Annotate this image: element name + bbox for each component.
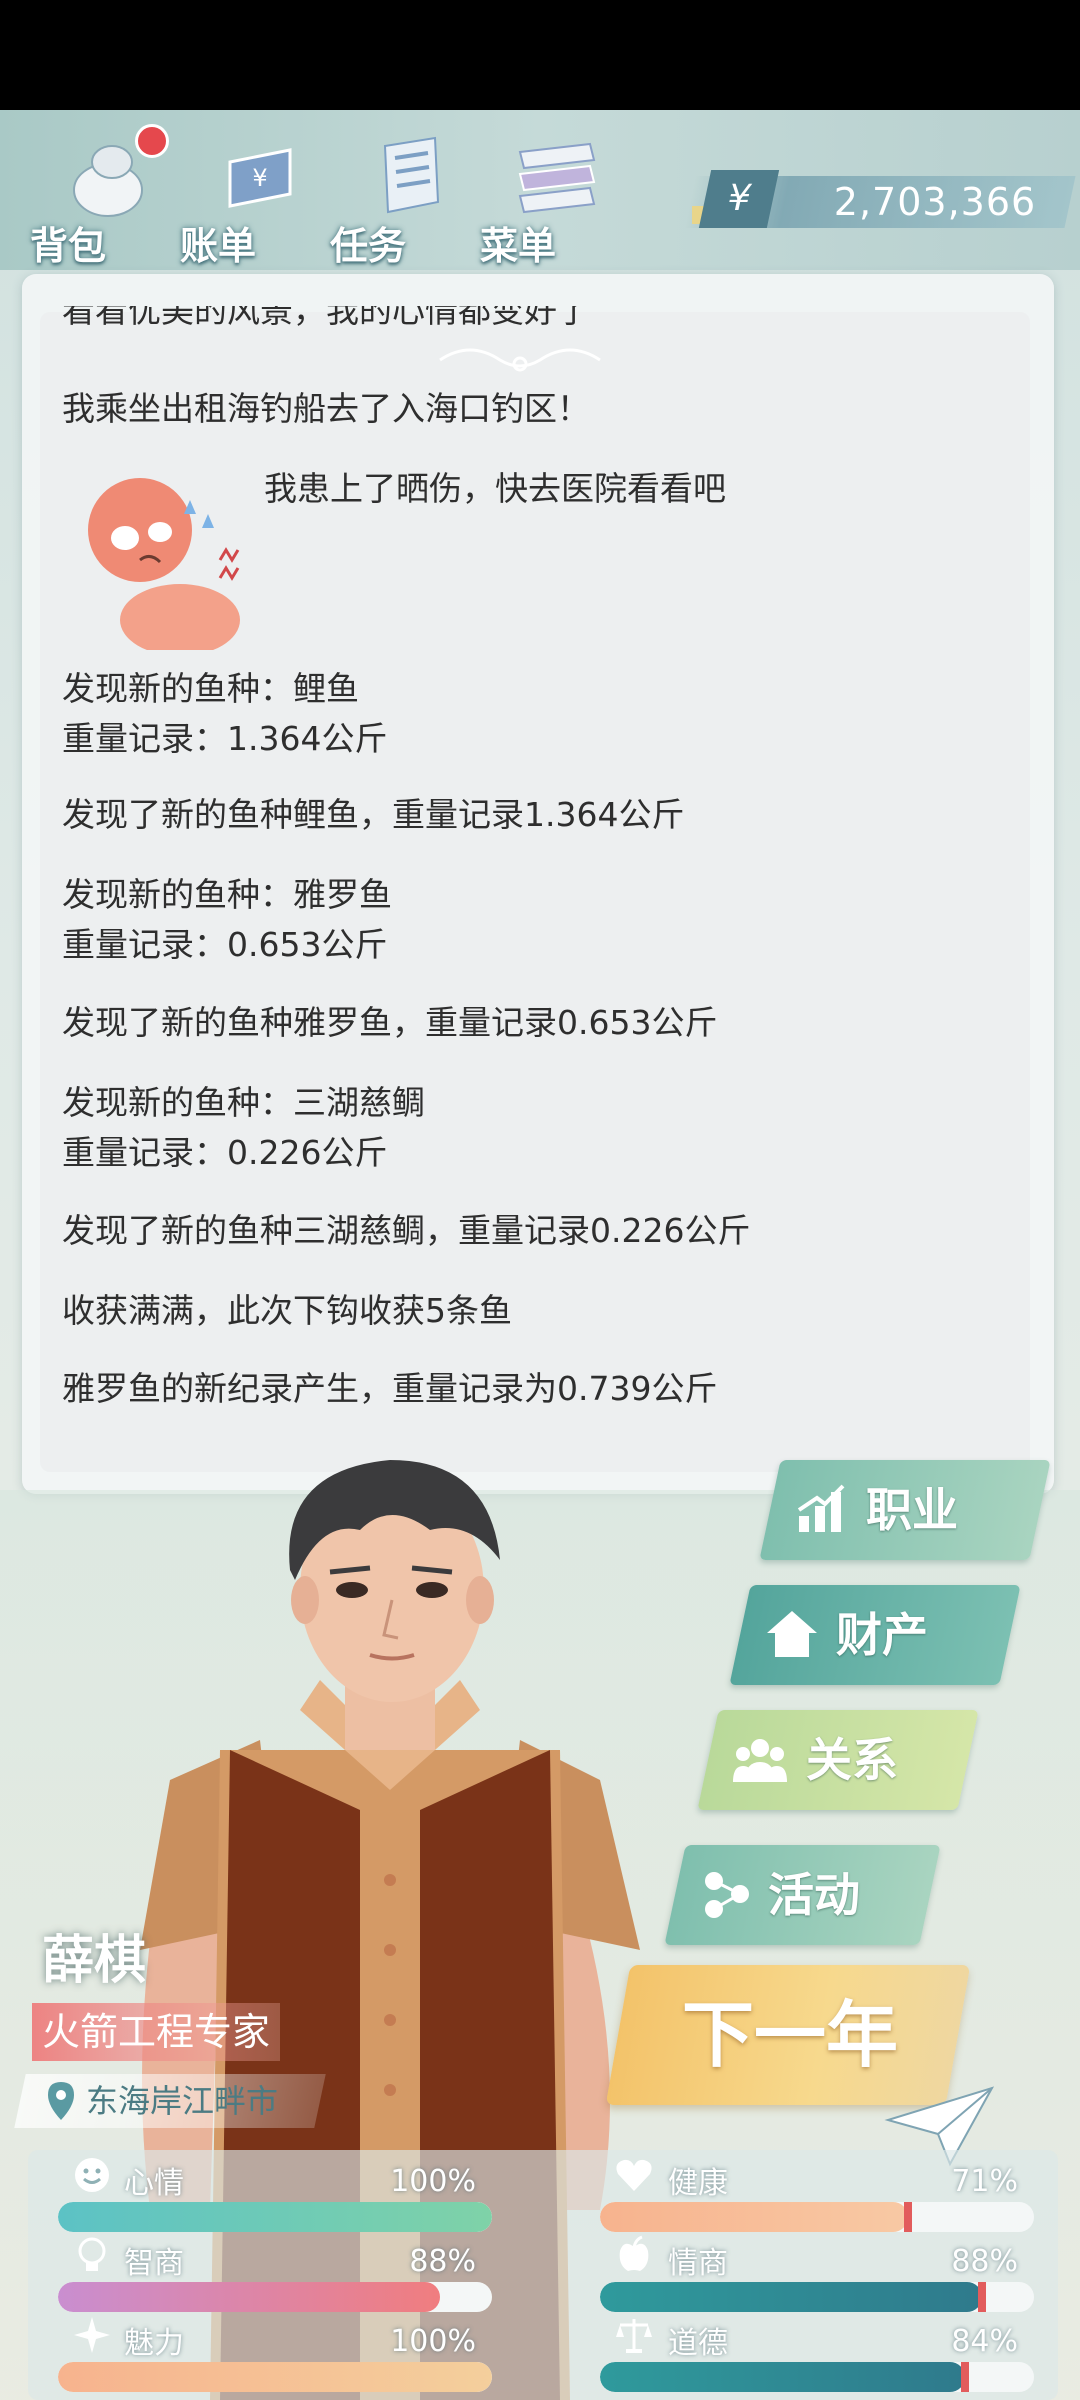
bill-label: 账单 [180,224,257,268]
character-location: 东海岸江畔市 [86,2082,279,2120]
people-icon [733,1739,787,1782]
eq-label: 情商 [668,2246,728,2281]
house-icon [767,1611,817,1657]
mood-bar [58,2202,492,2232]
log-line: 雅罗鱼的新纪录产生，重量记录为0.739公斤 [62,1369,718,1408]
log-line-cut: 看看优美的风景，我的心情都变好了 [62,306,590,330]
log-line: 发现了新的鱼种雅罗鱼，重量记录0.653公斤 [62,1003,718,1042]
bill-button[interactable]: ¥ 账单 [180,120,310,270]
log-line: 我乘坐出租海钓船去了入海口钓区！ [62,389,590,428]
menu-icon [518,142,596,214]
log-line: 重量记录：0.653公斤 [62,925,388,964]
scale-icon [616,2319,652,2353]
sunburn-icon [88,478,240,650]
mood-fill [58,2202,492,2232]
eq-fill [600,2282,982,2312]
log-line: 收获满满，此次下钩收获5条鱼 [62,1291,512,1330]
career-icon [797,1484,845,1532]
log-line: 发现了新的鱼种鲤鱼，重量记录1.364公斤 [62,795,685,834]
mood-label: 心情 [124,2166,184,2201]
eq-value: 88% [951,2244,1018,2279]
morality-marker [960,2362,969,2392]
health-marker [904,2202,913,2232]
log-line: 发现新的鱼种：雅罗鱼 [62,875,392,914]
log-line: 发现新的鱼种：三湖慈鲷 [62,1083,425,1122]
backpack-label: 背包 [30,224,107,268]
morality-label: 道德 [668,2326,728,2361]
svg-text:¥: ¥ [252,164,267,192]
eq-bar [600,2282,1034,2312]
task-label: 任务 [330,224,407,268]
money-amount: 2,703,366 [833,180,1037,224]
log-line: 我患上了晒伤，快去医院看看吧 [264,469,726,508]
morality-value: 84% [951,2324,1018,2359]
relation-label: 关系 [806,1733,898,1787]
health-value: 71% [951,2164,1018,2199]
menu-button[interactable]: 菜单 [480,120,610,270]
heart-icon [616,2159,652,2191]
character-name: 薛棋 [42,1931,147,1991]
yen-icon: ¥ [698,170,780,228]
activity-icon [705,1872,749,1918]
charm-fill [58,2362,492,2392]
status-bar [0,0,1080,110]
career-label: 职业 [866,1483,958,1537]
log-line: 重量记录：0.226公斤 [62,1133,388,1172]
ornament-decoration [439,348,601,372]
apple-icon [619,2235,649,2271]
iq-label: 智商 [124,2246,184,2281]
iq-bar [58,2282,492,2312]
morality-bar [600,2362,1034,2392]
property-label: 财产 [836,1608,928,1662]
lightbulb-icon [78,2237,106,2271]
charm-value: 100% [390,2324,476,2359]
activity-label: 活动 [768,1868,860,1922]
location-pin-icon [48,2082,74,2120]
task-button[interactable]: 任务 [330,120,460,270]
sparkle-icon [74,2317,110,2353]
charm-label: 魅力 [124,2326,184,2361]
charm-bar [58,2362,492,2392]
iq-value: 88% [409,2244,476,2279]
log-line: 发现了新的鱼种三湖慈鲷，重量记录0.226公斤 [62,1211,751,1250]
eq-marker [977,2282,986,2312]
bill-icon: ¥ [228,148,292,208]
log-line: 发现新的鱼种：鲤鱼 [62,669,359,708]
health-label: 健康 [668,2166,728,2201]
notification-badge [135,124,169,158]
morality-fill [600,2362,965,2392]
menu-label: 菜单 [480,224,557,268]
health-bar [600,2202,1034,2232]
smile-icon [75,2158,109,2192]
character-job: 火箭工程专家 [32,2003,281,2061]
iq-fill [58,2282,440,2312]
log-line: 重量记录：1.364公斤 [62,719,388,758]
task-icon [383,136,440,214]
health-fill [600,2202,909,2232]
mood-value: 100% [390,2164,476,2199]
